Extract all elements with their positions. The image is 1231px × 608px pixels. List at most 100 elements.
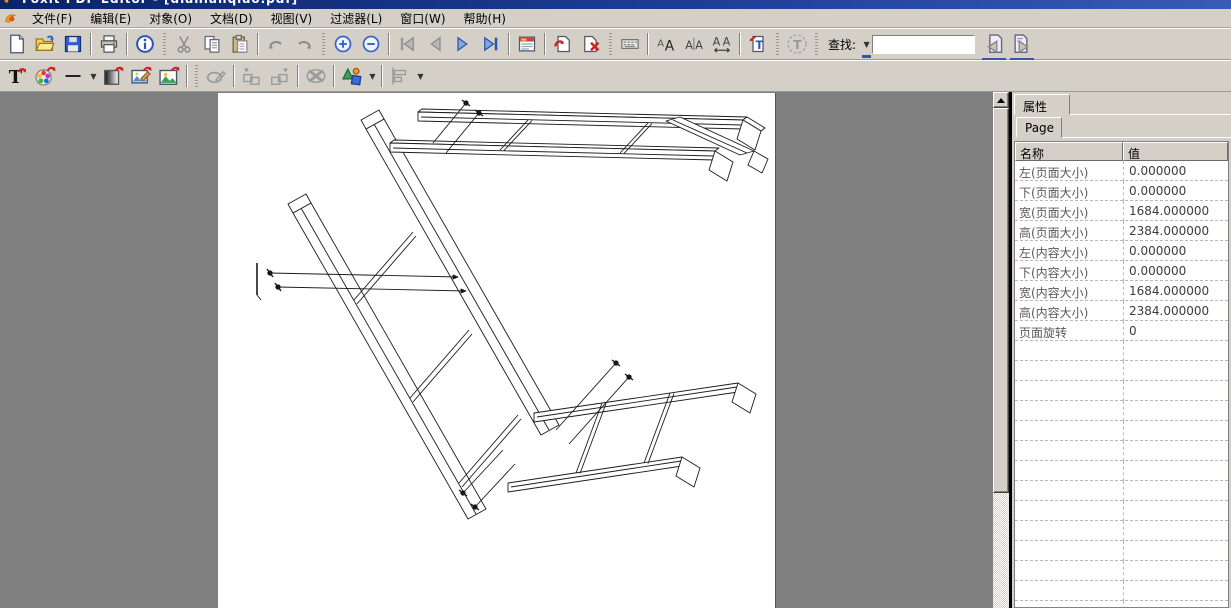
shapes-button[interactable] <box>339 63 365 89</box>
open-file-icon <box>35 34 55 54</box>
replace-font-button[interactable]: AA <box>653 31 679 57</box>
toolbar-grip[interactable] <box>609 33 612 55</box>
scrollbar-thumb[interactable] <box>993 108 1009 493</box>
separator <box>233 65 235 87</box>
last-page-button[interactable] <box>478 31 504 57</box>
menu-item[interactable]: 帮助(H) <box>455 8 515 29</box>
line-style-dropdown[interactable]: ▼ <box>88 66 99 86</box>
property-row[interactable]: 左(内容大小) 0.000000 <box>1015 241 1228 261</box>
cut-button[interactable] <box>171 31 197 57</box>
property-name: 左(页面大小) <box>1015 161 1123 180</box>
bring-forward-button[interactable] <box>239 63 265 89</box>
document-canvas[interactable] <box>0 92 993 608</box>
properties-panel: 属性 Page 名称 值 左(页面大小) 0.000000 下(页面大小) 0. <box>1012 92 1231 608</box>
document-menu-icon[interactable] <box>3 11 17 25</box>
toolbar-grip[interactable] <box>163 33 166 55</box>
cut-icon <box>174 34 194 54</box>
copy-icon <box>202 34 222 54</box>
menu-item[interactable]: 文件(F) <box>23 8 81 29</box>
edit-image-button[interactable] <box>128 63 154 89</box>
zoom-out-button[interactable] <box>358 31 384 57</box>
properties-tab[interactable]: 属性 <box>1014 94 1070 115</box>
open-file-button[interactable] <box>32 31 58 57</box>
delete-page-button[interactable] <box>578 31 604 57</box>
last-page-icon <box>481 34 501 54</box>
property-row[interactable]: 高(页面大小) 2384.000000 <box>1015 221 1228 241</box>
zoom-in-icon <box>333 34 353 54</box>
property-row[interactable]: 宽(内容大小) 1684.000000 <box>1015 281 1228 301</box>
property-value[interactable]: 1684.000000 <box>1123 281 1228 300</box>
separator <box>647 33 649 55</box>
add-shading-button[interactable] <box>100 63 126 89</box>
property-value[interactable]: 2384.000000 <box>1123 221 1228 240</box>
copy-button[interactable] <box>199 31 225 57</box>
properties-table: 名称 值 左(页面大小) 0.000000 下(页面大小) 0.000000 宽… <box>1014 141 1229 608</box>
align-dropdown[interactable]: ▼ <box>415 66 426 86</box>
find-next-button[interactable] <box>1009 31 1035 57</box>
scroll-up-button[interactable] <box>993 92 1009 108</box>
page-tab[interactable]: Page <box>1016 117 1062 138</box>
first-page-button[interactable] <box>394 31 420 57</box>
column-header-name[interactable]: 名称 <box>1015 142 1123 161</box>
pdf-page[interactable] <box>218 93 776 608</box>
add-image-button[interactable] <box>156 63 182 89</box>
property-value[interactable]: 0.000000 <box>1123 241 1228 260</box>
new-document-button[interactable] <box>4 31 30 57</box>
info-button[interactable] <box>132 31 158 57</box>
insert-page-button[interactable] <box>550 31 576 57</box>
property-value[interactable]: 0 <box>1123 321 1228 340</box>
insert-text-button[interactable]: T <box>745 31 771 57</box>
property-row[interactable]: 宽(页面大小) 1684.000000 <box>1015 201 1228 221</box>
property-row[interactable]: 高(内容大小) 2384.000000 <box>1015 301 1228 321</box>
vertical-scrollbar[interactable] <box>993 92 1009 608</box>
send-backward-button[interactable] <box>267 63 293 89</box>
svg-text:A: A <box>713 35 721 48</box>
menu-item[interactable]: 视图(V) <box>262 8 322 29</box>
property-row[interactable]: 左(页面大小) 0.000000 <box>1015 161 1228 181</box>
find-previous-button[interactable] <box>981 31 1007 57</box>
property-value[interactable]: 0.000000 <box>1123 181 1228 200</box>
first-page-icon <box>397 34 417 54</box>
property-row[interactable]: 下(内容大小) 0.000000 <box>1015 261 1228 281</box>
toolbar-grip[interactable] <box>195 65 198 87</box>
menu-item[interactable]: 窗口(W) <box>391 8 454 29</box>
menu-item[interactable]: 对象(O) <box>140 8 201 29</box>
property-name: 宽(页面大小) <box>1015 201 1123 220</box>
menu-item[interactable]: 文档(D) <box>201 8 262 29</box>
paste-button[interactable] <box>227 31 253 57</box>
find-input[interactable] <box>872 35 975 54</box>
page-thumbnails-button[interactable] <box>514 31 540 57</box>
char-spacing-button[interactable]: AA <box>709 31 735 57</box>
toolbar-grip[interactable] <box>322 33 325 55</box>
align-button[interactable] <box>387 63 413 89</box>
text-tool-button[interactable]: T <box>784 31 810 57</box>
print-icon <box>99 34 119 54</box>
menu-item[interactable]: 过滤器(L) <box>321 8 391 29</box>
toolbar-grip[interactable] <box>776 33 779 55</box>
property-row[interactable]: 页面旋转 0 <box>1015 321 1228 341</box>
zoom-in-button[interactable] <box>330 31 356 57</box>
property-value[interactable]: 2384.000000 <box>1123 301 1228 320</box>
edit-object-button[interactable] <box>203 63 229 89</box>
add-color-button[interactable] <box>32 63 58 89</box>
find-dropdown[interactable]: ▼ <box>861 34 872 54</box>
property-value[interactable]: 0.000000 <box>1123 261 1228 280</box>
property-row[interactable]: 下(页面大小) 0.000000 <box>1015 181 1228 201</box>
print-button[interactable] <box>96 31 122 57</box>
font-spacing-button[interactable]: AA <box>681 31 707 57</box>
menu-item[interactable]: 编辑(E) <box>81 8 140 29</box>
keyboard-button[interactable] <box>617 31 643 57</box>
toolbar-grip[interactable] <box>815 33 818 55</box>
delete-object-button[interactable] <box>303 63 329 89</box>
undo-button[interactable] <box>263 31 289 57</box>
prev-page-button[interactable] <box>422 31 448 57</box>
property-value[interactable]: 1684.000000 <box>1123 201 1228 220</box>
column-header-value[interactable]: 值 <box>1123 142 1228 161</box>
save-button[interactable] <box>60 31 86 57</box>
redo-button[interactable] <box>291 31 317 57</box>
line-style-button[interactable] <box>60 63 86 89</box>
property-value[interactable]: 0.000000 <box>1123 161 1228 180</box>
shapes-dropdown[interactable]: ▼ <box>367 66 378 86</box>
add-text-button[interactable]: T <box>4 63 30 89</box>
next-page-button[interactable] <box>450 31 476 57</box>
